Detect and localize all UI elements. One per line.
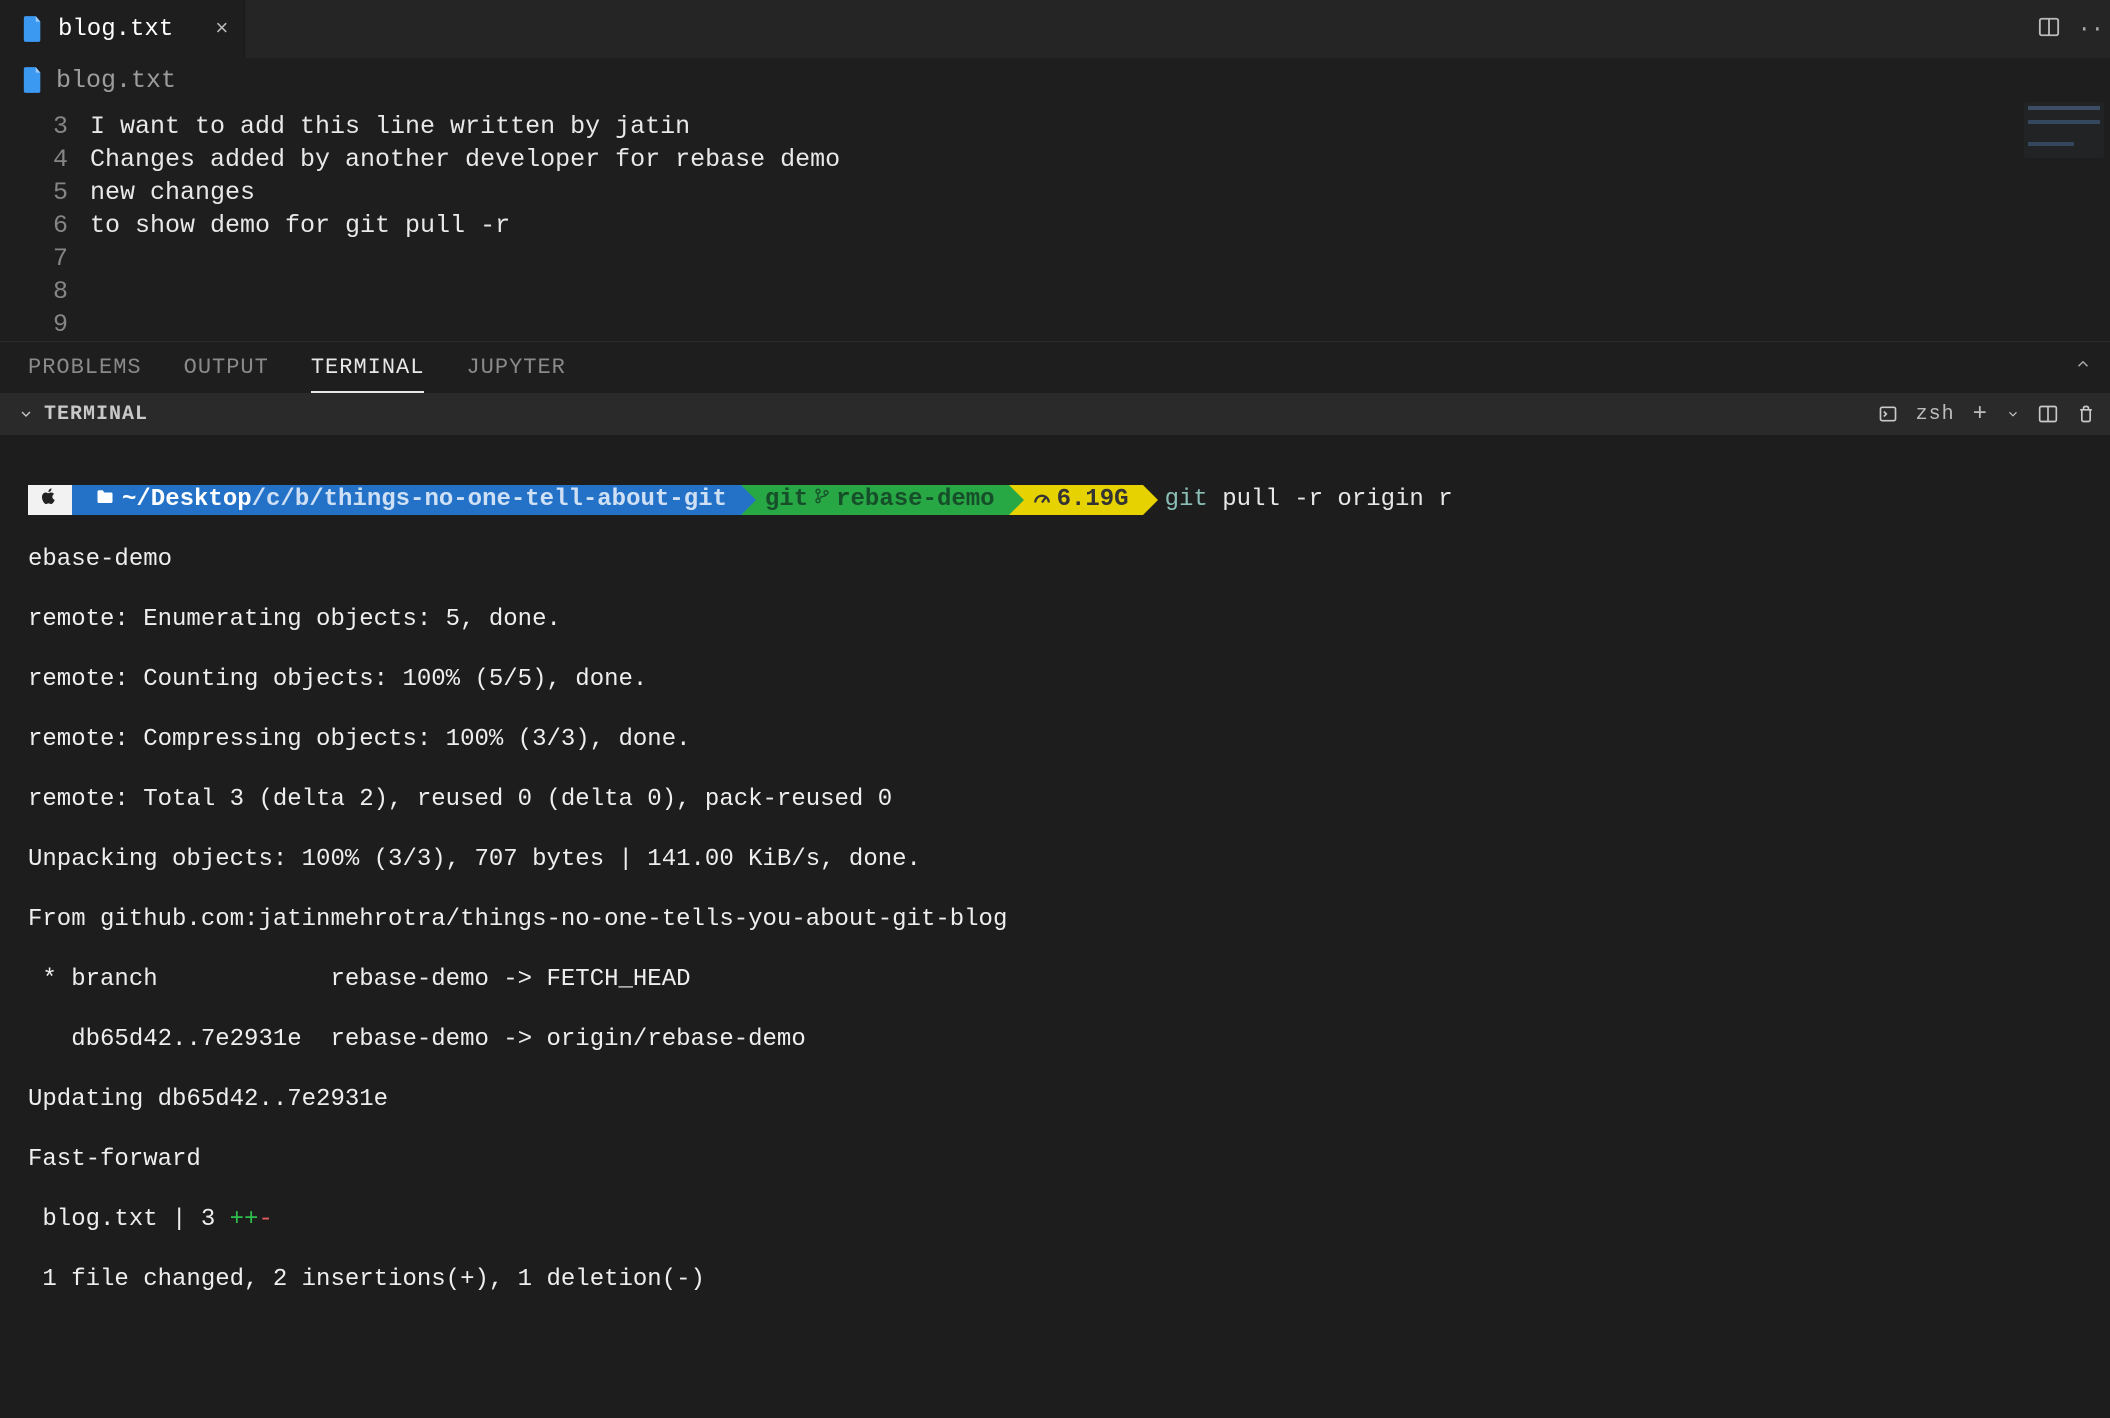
line-number: 6 [0, 209, 68, 242]
trash-icon[interactable] [2076, 404, 2096, 424]
gauge-icon [1033, 485, 1051, 515]
code-line[interactable]: new changes [90, 176, 840, 209]
line-number: 5 [0, 176, 68, 209]
branch-icon [814, 485, 830, 515]
close-icon[interactable]: × [187, 17, 228, 42]
breadcrumb[interactable]: blog.txt [0, 58, 2110, 102]
tab-jupyter[interactable]: JUPYTER [466, 342, 565, 393]
code-line[interactable]: I want to add this line written by jatin [90, 110, 840, 143]
chevron-down-icon[interactable] [2006, 407, 2020, 421]
prompt-os-segment [28, 485, 72, 515]
line-number: 7 [0, 242, 68, 275]
terminal-output-line: Updating db65d42..7e2931e [28, 1085, 2082, 1115]
line-gutter: 3456789 [0, 110, 90, 341]
folder-icon [96, 485, 114, 515]
tab-filename: blog.txt [58, 16, 173, 43]
terminal-shell-name[interactable]: zsh [1916, 403, 1955, 426]
file-icon [22, 16, 44, 42]
line-number: 3 [0, 110, 68, 143]
terminal-output-line: blog.txt | 3 ++- [28, 1205, 2082, 1235]
prompt-path-segment: ~/Desktop/c/b/things-no-one-tell-about-g… [72, 485, 741, 515]
prompt-disk-segment: 6.19G [1009, 485, 1143, 515]
terminal-output-line: remote: Compressing objects: 100% (3/3),… [28, 725, 2082, 755]
panel-chevron-up-icon[interactable] [2074, 355, 2092, 380]
split-editor-icon[interactable] [2038, 16, 2060, 43]
terminal-output-line: db65d42..7e2931e rebase-demo -> origin/r… [28, 1025, 2082, 1055]
terminal-prompt: ~/Desktop/c/b/things-no-one-tell-about-g… [28, 485, 2082, 515]
line-number: 4 [0, 143, 68, 176]
code-line[interactable]: Changes added by another developer for r… [90, 143, 840, 176]
terminal-output-line: From github.com:jatinmehrotra/things-no-… [28, 905, 2082, 935]
tab-problems[interactable]: PROBLEMS [28, 342, 142, 393]
terminal-shell-icon[interactable] [1878, 404, 1898, 424]
code-line[interactable]: to show demo for git pull -r [90, 209, 840, 242]
terminal-output-line: ebase-demo [28, 545, 2082, 575]
line-number: 9 [0, 308, 68, 341]
new-terminal-icon[interactable]: + [1973, 401, 1988, 428]
tab-terminal[interactable]: TERMINAL [311, 342, 425, 393]
code-lines[interactable]: I want to add this line written by jatin… [90, 110, 840, 341]
terminal-output-line: remote: Counting objects: 100% (5/5), do… [28, 665, 2082, 695]
terminal-output-line: remote: Enumerating objects: 5, done. [28, 605, 2082, 635]
terminal-output-line: * branch rebase-demo -> FETCH_HEAD [28, 965, 2082, 995]
apple-icon [40, 485, 58, 515]
editor[interactable]: 3456789 I want to add this line written … [0, 102, 2110, 341]
terminal-output-line: 1 file changed, 2 insertions(+), 1 delet… [28, 1265, 2082, 1295]
terminal-header-label: TERMINAL [44, 403, 148, 426]
chevron-down-icon[interactable] [18, 406, 34, 422]
prompt-git-segment: git rebase-demo [741, 485, 1009, 515]
terminal[interactable]: ~/Desktop/c/b/things-no-one-tell-about-g… [0, 435, 2110, 1418]
file-icon [22, 67, 44, 93]
terminal-output-line: Unpacking objects: 100% (3/3), 707 bytes… [28, 845, 2082, 875]
terminal-output-line: Fast-forward [28, 1145, 2082, 1175]
tab-output[interactable]: OUTPUT [184, 342, 269, 393]
split-terminal-icon[interactable] [2038, 404, 2058, 424]
tab-bar: blog.txt × ·· [0, 0, 2110, 58]
terminal-command: git pull -r origin r [1165, 485, 1453, 515]
breadcrumb-filename: blog.txt [56, 66, 176, 95]
editor-tab[interactable]: blog.txt × [0, 0, 245, 58]
terminal-header: TERMINAL zsh + [0, 393, 2110, 435]
minimap[interactable] [2024, 102, 2104, 158]
panel-tabs: PROBLEMS OUTPUT TERMINAL JUPYTER [0, 341, 2110, 393]
terminal-output-line: remote: Total 3 (delta 2), reused 0 (del… [28, 785, 2082, 815]
line-number: 8 [0, 275, 68, 308]
tabbar-actions: ·· [2038, 0, 2104, 58]
more-actions-icon[interactable]: ·· [2078, 17, 2104, 42]
